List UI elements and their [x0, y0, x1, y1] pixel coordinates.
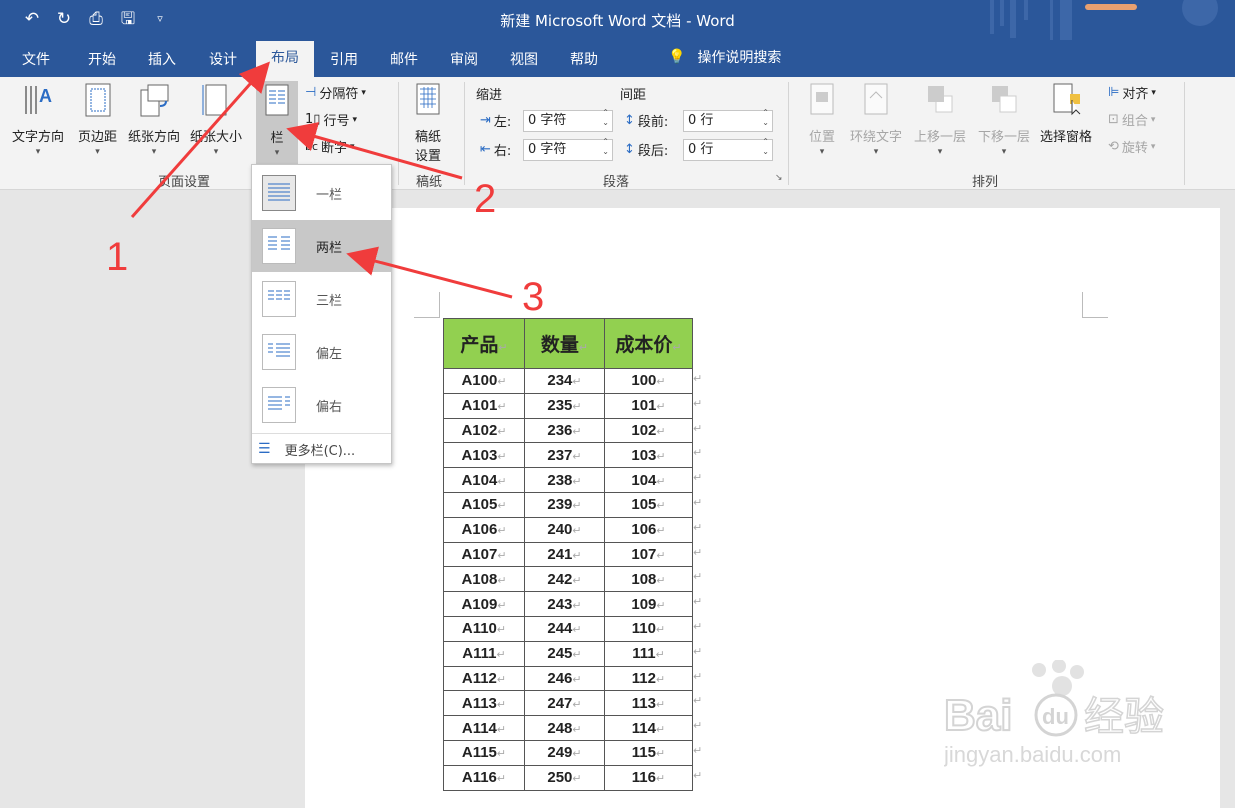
annotation-arrow-2	[286, 122, 463, 180]
annotation-number-1: 1	[106, 235, 128, 279]
svg-text:du: du	[1042, 704, 1069, 729]
annotation-arrow-3	[346, 246, 513, 299]
watermark-brand: Bai	[944, 691, 1012, 740]
baidu-watermark: Bai du 经验 jingyan.baidu.com	[943, 659, 1204, 770]
annotation-arrow-1	[130, 61, 270, 218]
watermark-brand2: 经验	[1084, 694, 1164, 740]
annotation-number-2: 2	[474, 177, 496, 221]
annotation-number-3: 3	[522, 275, 544, 319]
watermark-url: jingyan.baidu.com	[944, 742, 1121, 767]
